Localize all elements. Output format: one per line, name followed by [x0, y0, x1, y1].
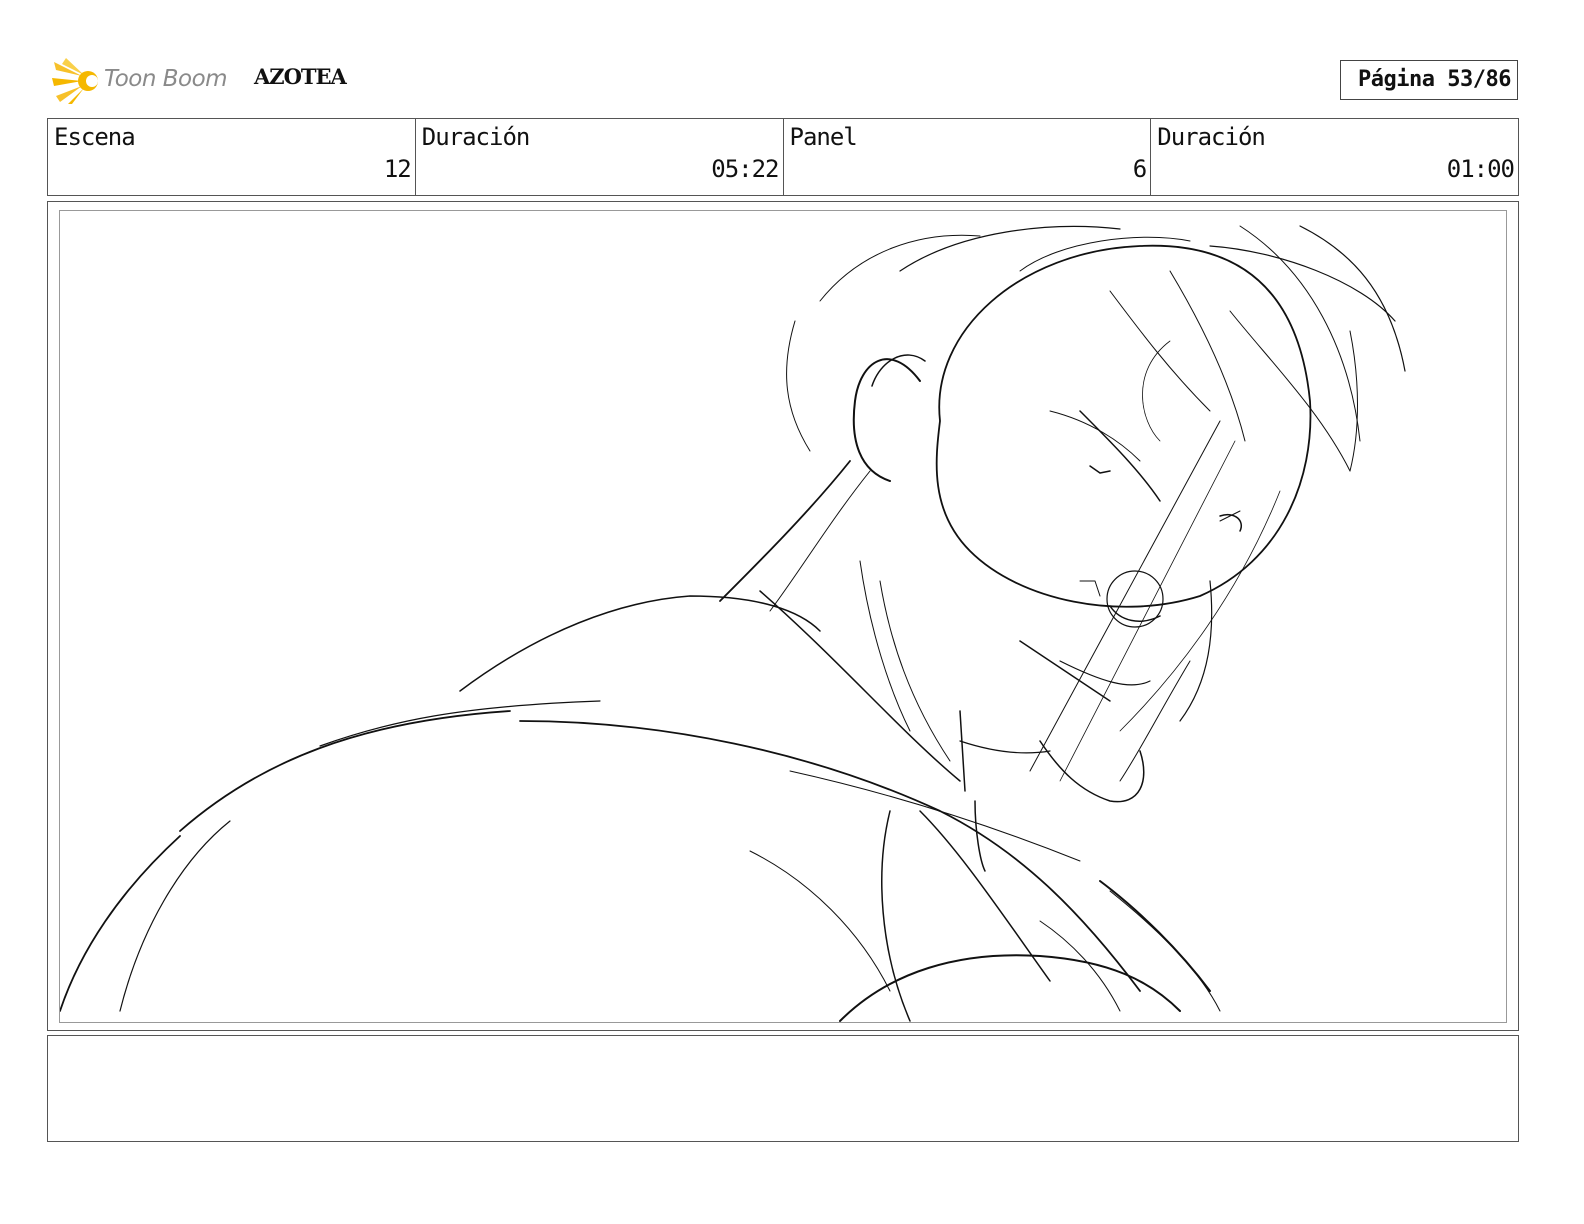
toon-boom-logo: Toon Boom — [52, 56, 242, 106]
scene-cell: Escena 12 — [48, 119, 416, 195]
scene-value: 12 — [383, 155, 412, 183]
scene-duration-value: 05:22 — [711, 155, 779, 183]
scene-label: Escena — [54, 123, 136, 151]
panel-value: 6 — [1132, 155, 1147, 183]
scene-duration-cell: Duración 05:22 — [416, 119, 784, 195]
project-title: AZOTEA — [254, 64, 347, 89]
sketch-drawing — [60, 225, 1406, 1022]
logo-text: Toon Boom — [104, 66, 228, 92]
panel-duration-cell: Duración 01:00 — [1151, 119, 1518, 195]
sun-burst-icon — [52, 58, 98, 104]
panel-label: Panel — [789, 123, 858, 151]
page-indicator: Página 53/86 — [1340, 60, 1518, 100]
panel-notes-area — [47, 1035, 1519, 1142]
scene-duration-label: Duración — [421, 123, 531, 151]
panel-cell: Panel 6 — [784, 119, 1152, 195]
storyboard-panel-frame — [47, 201, 1519, 1031]
panel-duration-value: 01:00 — [1446, 155, 1515, 183]
scene-info-bar: Escena 12 Duración 05:22 Panel 6 Duració… — [47, 118, 1519, 196]
panel-duration-label: Duración — [1157, 123, 1266, 151]
storyboard-drawing-area — [59, 210, 1507, 1023]
